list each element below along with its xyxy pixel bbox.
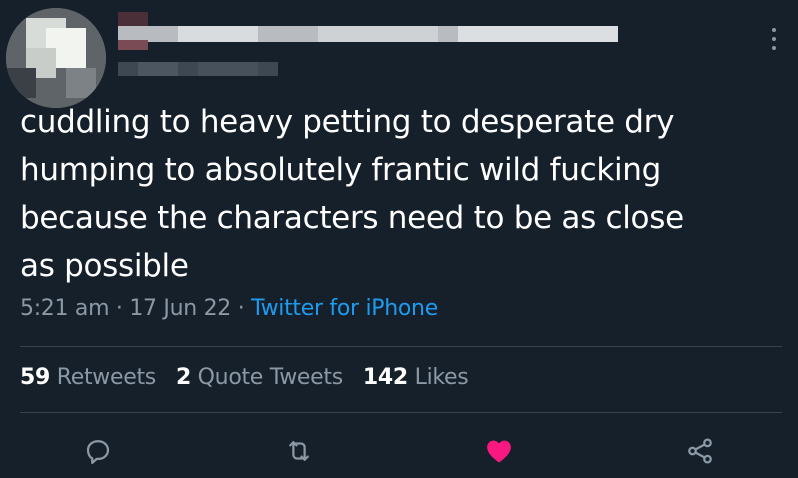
display-name-redacted[interactable] <box>118 10 618 60</box>
share-button[interactable] <box>683 434 717 468</box>
retweet-button[interactable] <box>282 434 316 468</box>
meta-separator: · <box>237 296 245 321</box>
reply-icon <box>86 440 110 464</box>
share-icon <box>688 438 712 464</box>
heart-icon <box>487 440 511 463</box>
reply-button[interactable] <box>81 434 115 468</box>
more-options-icon[interactable] <box>770 28 778 50</box>
quotes-count: 2 <box>175 365 191 390</box>
meta-separator: · <box>115 296 123 321</box>
quote-tweets-stat[interactable]: 2 Quote Tweets <box>176 365 343 390</box>
tweet-text: cuddling to heavy petting to desperate d… <box>20 104 684 284</box>
tweet-source-link[interactable]: Twitter for iPhone <box>251 296 438 321</box>
action-bar <box>0 430 798 474</box>
avatar[interactable] <box>6 8 106 108</box>
quotes-label: Quote Tweets <box>197 365 344 390</box>
retweets-stat[interactable]: 59 Retweets <box>20 365 156 390</box>
tweet-time[interactable]: 5:21 am <box>20 296 110 321</box>
username-redacted[interactable] <box>118 58 278 80</box>
like-button[interactable] <box>482 434 516 468</box>
tweet-meta: 5:21 am · 17 Jun 22 · Twitter for iPhone <box>20 296 438 321</box>
tweet-date[interactable]: 17 Jun 22 <box>129 296 231 321</box>
retweets-label: Retweets <box>56 365 157 390</box>
likes-count: 142 <box>362 365 408 390</box>
retweets-count: 59 <box>20 365 51 390</box>
tweet-stats: 59 Retweets 2 Quote Tweets 142 Likes <box>20 365 469 390</box>
likes-label: Likes <box>414 365 469 390</box>
likes-stat[interactable]: 142 Likes <box>363 365 469 390</box>
divider-top <box>20 346 782 347</box>
divider-bottom <box>20 412 782 413</box>
retweet-icon <box>289 441 309 461</box>
